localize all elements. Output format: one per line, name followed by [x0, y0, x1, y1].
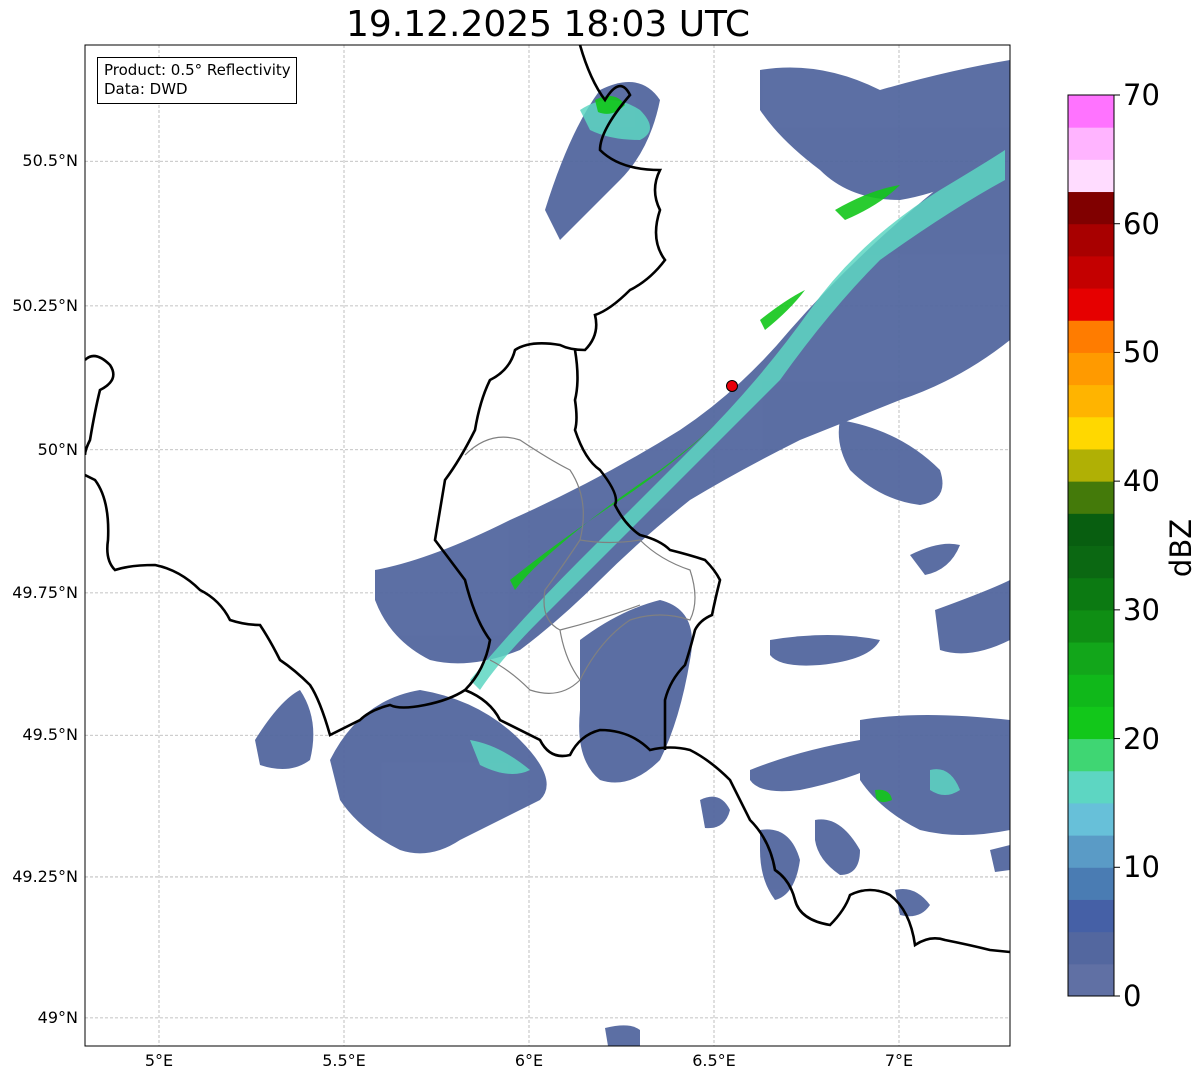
- colorbar-tick-label: 20: [1123, 721, 1160, 756]
- colorbar-segment: [1068, 577, 1114, 611]
- colorbar-tick-label: 0: [1123, 979, 1142, 1013]
- colorbar-tick-label: 40: [1123, 464, 1160, 499]
- lat-tick-label: 49.5°N: [22, 725, 78, 745]
- colorbar-segment: [1068, 127, 1114, 160]
- colorbar-segment: [1068, 513, 1114, 546]
- colorbar-segment: [1068, 320, 1114, 353]
- lat-tick-label: 50.5°N: [22, 151, 78, 171]
- lon-tick-label: 5.5°E: [322, 1051, 366, 1070]
- colorbar-segment: [1068, 867, 1114, 900]
- radar-map: [84, 44, 1120, 1047]
- colorbar-segment: [1068, 802, 1114, 836]
- data-source-label: Data: DWD: [104, 80, 188, 98]
- colorbar-segment: [1068, 835, 1114, 868]
- colorbar-segment: [1068, 609, 1114, 643]
- lon-tick-label: 7°E: [884, 1051, 914, 1070]
- colorbar-segment: [1068, 963, 1114, 997]
- colorbar-segment: [1068, 352, 1114, 386]
- colorbar-tick-label: 60: [1123, 206, 1160, 241]
- colorbar-segment: [1068, 931, 1114, 965]
- colorbar-segment: [1068, 706, 1114, 740]
- colorbar-segment: [1068, 899, 1114, 933]
- colorbar-segment: [1068, 416, 1114, 450]
- colorbar-segment: [1068, 448, 1114, 482]
- colorbar-tick-label: 10: [1123, 850, 1160, 885]
- colorbar-segment: [1068, 255, 1114, 289]
- radar-site-marker: [726, 380, 738, 392]
- colorbar-segment: [1068, 674, 1114, 707]
- colorbar-segment: [1068, 738, 1114, 772]
- colorbar-segment: [1068, 770, 1114, 804]
- colorbar: [1068, 94, 1120, 997]
- echo-bottom: [605, 1025, 640, 1046]
- product-label: Product: 0.5° Reflectivity: [104, 61, 291, 79]
- colorbar-tick-label: 30: [1123, 592, 1160, 627]
- colorbar-segment: [1068, 191, 1114, 225]
- colorbar-unit-label: dBZ: [1164, 518, 1198, 578]
- colorbar-segment: [1068, 481, 1114, 514]
- colorbar-segment: [1068, 223, 1114, 257]
- colorbar-tick-label: 70: [1123, 78, 1160, 112]
- lon-tick-label: 6.5°E: [692, 1051, 736, 1070]
- lon-tick-label: 5°E: [144, 1051, 174, 1070]
- colorbar-segment: [1068, 642, 1114, 675]
- colorbar-segment: [1068, 384, 1114, 418]
- lat-tick-label: 49°N: [37, 1007, 78, 1027]
- colorbar-segment: [1068, 159, 1114, 193]
- colorbar-segment: [1068, 288, 1114, 321]
- product-info-box: Product: 0.5° Reflectivity Data: DWD: [97, 57, 297, 104]
- lon-tick-label: 6°E: [514, 1051, 544, 1070]
- colorbar-segment: [1068, 95, 1114, 128]
- colorbar-segment: [1068, 545, 1114, 579]
- lat-tick-label: 49.75°N: [12, 582, 78, 602]
- lat-tick-label: 49.25°N: [12, 866, 78, 886]
- lat-tick-label: 50.25°N: [12, 295, 78, 315]
- colorbar-tick-label: 50: [1123, 335, 1160, 370]
- lat-tick-label: 50°N: [37, 439, 78, 459]
